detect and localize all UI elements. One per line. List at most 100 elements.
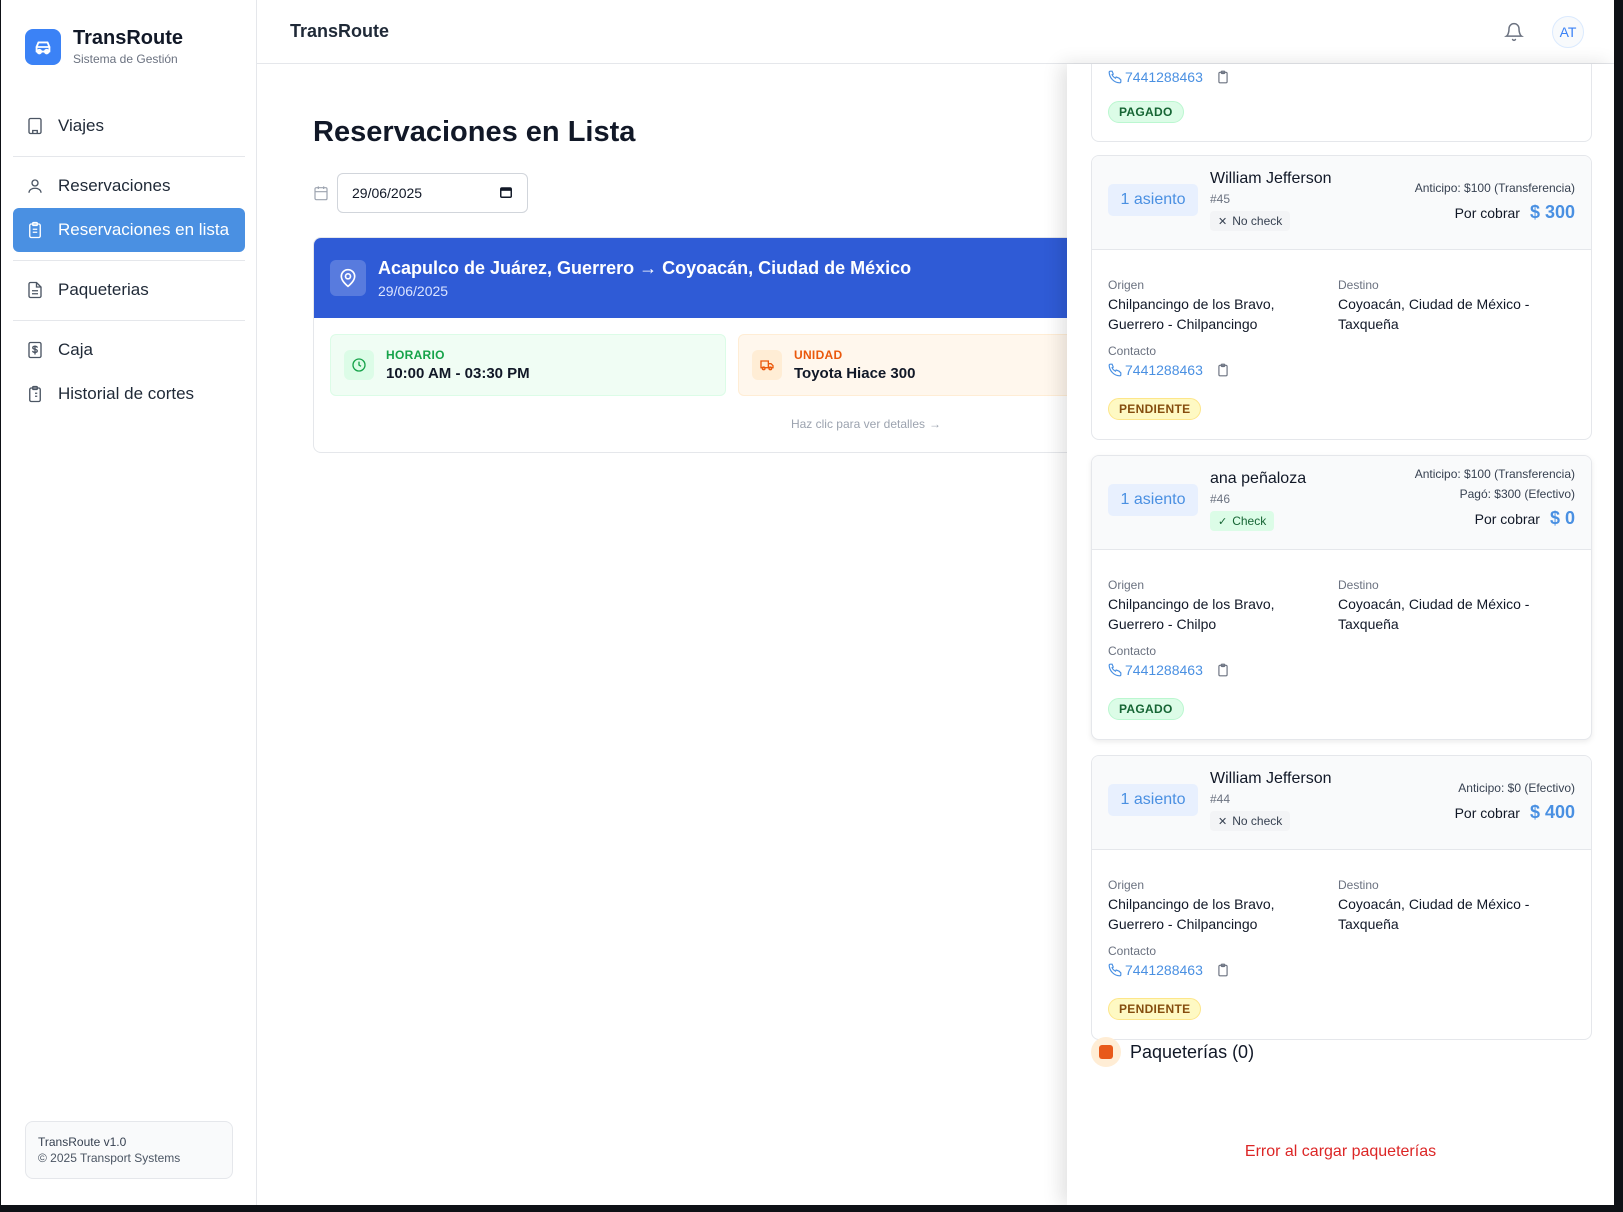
reservations-drawer[interactable]: 7441288463 PAGADO 1 asiento William Jeff…: [1067, 64, 1614, 1205]
status-badge: PENDIENTE: [1108, 998, 1202, 1020]
copy-icon[interactable]: [1216, 963, 1230, 977]
nav-divider: [13, 260, 245, 261]
cobrar-label: Por cobrar: [1454, 805, 1520, 821]
package-icon: [1091, 1037, 1121, 1067]
arrow-right-icon: →: [929, 417, 942, 431]
destino-value: Coyoacán, Ciudad de México - Taxqueña: [1338, 896, 1530, 932]
check-icon: ✓: [1218, 515, 1228, 528]
cobrar-amount: $ 0: [1549, 508, 1575, 528]
nav-divider: [13, 320, 245, 321]
destino-label: Destino: [1338, 278, 1379, 292]
reservation-body: Origen Chilpancingo de los Bravo, Guerre…: [1092, 250, 1591, 439]
reservation-card: 7441288463 PAGADO: [1091, 64, 1592, 142]
contact-phone[interactable]: 7441288463: [1108, 362, 1230, 378]
top-bar: TransRoute AT: [257, 0, 1614, 64]
version-box: TransRoute v1.0 © 2025 Transport Systems: [25, 1121, 233, 1179]
x-icon: ✕: [1218, 215, 1228, 228]
sidebar: TransRoute Sistema de Gestión Viajes Res…: [1, 0, 257, 1205]
reservation-body: Origen Chilpancingo de los Bravo, Guerre…: [1092, 850, 1591, 1039]
passenger-name: ana peñaloza: [1210, 470, 1307, 487]
schedule-box: HORARIO 10:00 AM - 03:30 PM: [330, 334, 726, 396]
trip-route: Acapulco de Juárez, Guerrero → Coyoacán,…: [378, 257, 912, 278]
status-badge: PAGADO: [1108, 101, 1184, 123]
brand[interactable]: TransRoute Sistema de Gestión: [25, 27, 183, 66]
status-badge: PENDIENTE: [1108, 398, 1202, 420]
x-icon: ✕: [1218, 815, 1228, 828]
sidebar-nav: Viajes Reservaciones Reservaciones en li…: [13, 104, 245, 416]
reservation-header: 1 asiento William Jefferson #45 ✕ No chec…: [1092, 156, 1591, 250]
sidebar-item-caja[interactable]: Caja: [13, 328, 245, 372]
brand-subtitle: Sistema de Gestión: [73, 52, 178, 66]
sidebar-item-reservaciones[interactable]: Reservaciones: [13, 164, 245, 208]
check-badge[interactable]: ✕ No check: [1210, 811, 1291, 831]
contact-phone[interactable]: 7441288463: [1108, 662, 1230, 678]
copy-icon[interactable]: [1216, 70, 1230, 84]
contact-phone[interactable]: 7441288463: [1108, 69, 1230, 85]
seat-count: 1 asiento: [1108, 784, 1198, 816]
contacto-label: Contacto: [1108, 344, 1157, 358]
reservation-header: 1 asiento ana peñaloza #46 ✓ Check Antici…: [1092, 456, 1591, 550]
seat-count: 1 asiento: [1108, 184, 1198, 216]
app-window: TransRoute Sistema de Gestión Viajes Res…: [1, 0, 1614, 1205]
phone-icon: [1108, 963, 1122, 977]
user-icon: [26, 177, 44, 195]
clipboard-icon: [26, 385, 44, 403]
sidebar-item-reservaciones-en-lista[interactable]: Reservaciones en lista: [13, 208, 245, 252]
calendar-icon: [313, 185, 329, 201]
topbar-title: TransRoute: [290, 21, 390, 41]
anticipo-line: Anticipo: $100 (Transferencia): [1414, 181, 1575, 195]
clock-icon: [344, 350, 374, 380]
check-label: No check: [1232, 814, 1283, 828]
cobrar-amount: $ 400: [1529, 802, 1575, 822]
passenger-name: William Jefferson: [1210, 170, 1332, 187]
calendar-picker-icon[interactable]: [499, 185, 513, 202]
schedule-label: HORARIO: [386, 348, 445, 362]
copy-icon[interactable]: [1216, 363, 1230, 377]
phone-number: 7441288463: [1125, 69, 1203, 85]
origen-label: Origen: [1108, 578, 1145, 592]
sidebar-item-paqueterias[interactable]: Paqueterias: [13, 268, 245, 312]
sidebar-item-label: Viajes: [58, 116, 104, 135]
sidebar-item-label: Caja: [58, 340, 93, 359]
truck-icon: [752, 350, 782, 380]
avatar[interactable]: AT: [1552, 16, 1584, 48]
car-icon: [25, 28, 61, 65]
nav-divider: [13, 156, 245, 157]
payment-summary: Anticipo: $100 (Transferencia) Por cobra…: [1415, 178, 1575, 223]
status-badge: PAGADO: [1108, 698, 1184, 720]
cobrar-label: Por cobrar: [1454, 205, 1520, 221]
destino-value: Coyoacán, Ciudad de México - Taxqueña: [1338, 296, 1530, 332]
sidebar-item-viajes[interactable]: Viajes: [13, 104, 245, 148]
destino-label: Destino: [1338, 878, 1379, 892]
packages-error: Error al cargar paqueterías: [1244, 1143, 1437, 1160]
passenger-name: William Jefferson: [1210, 770, 1332, 787]
page-title: Reservaciones en Lista: [313, 116, 636, 148]
sidebar-item-label: Historial de cortes: [58, 384, 195, 403]
origen-label: Origen: [1108, 878, 1145, 892]
origen-label: Origen: [1108, 278, 1145, 292]
check-label: No check: [1232, 214, 1283, 228]
reservation-body: Origen Chilpancingo de los Bravo, Guerre…: [1092, 550, 1591, 739]
anticipo-line: Anticipo: $100 (Transferencia): [1414, 467, 1575, 481]
sidebar-item-label: Reservaciones en lista: [58, 220, 230, 239]
reservation-card: 1 asiento ana peñaloza #46 ✓ Check Antici…: [1091, 455, 1592, 740]
bell-icon[interactable]: [1504, 22, 1524, 42]
cobrar-label: Por cobrar: [1474, 511, 1540, 527]
seat-count: 1 asiento: [1108, 484, 1198, 516]
details-link-text: Haz clic para ver detalles: [790, 417, 926, 431]
check-badge[interactable]: ✓ Check: [1210, 511, 1275, 531]
copy-icon[interactable]: [1216, 663, 1230, 677]
reservation-number: #44: [1210, 792, 1231, 806]
contacto-label: Contacto: [1108, 644, 1157, 658]
destino-value: Coyoacán, Ciudad de México - Taxqueña: [1338, 596, 1530, 632]
trip-date: 29/06/2025: [378, 282, 449, 299]
date-input[interactable]: 29/06/2025: [337, 173, 528, 213]
reservation-header: 1 asiento William Jefferson #44 ✕ No chec…: [1092, 756, 1591, 850]
sidebar-item-historial[interactable]: Historial de cortes: [13, 372, 245, 416]
phone-number: 7441288463: [1125, 962, 1203, 978]
contact-phone[interactable]: 7441288463: [1108, 962, 1230, 978]
check-badge[interactable]: ✕ No check: [1210, 211, 1291, 231]
payment-summary: Anticipo: $100 (Transferencia) Pagó: $30…: [1415, 464, 1575, 529]
destino-label: Destino: [1338, 578, 1379, 592]
reservation-card: 1 asiento William Jefferson #45 ✕ No chec…: [1091, 155, 1592, 440]
